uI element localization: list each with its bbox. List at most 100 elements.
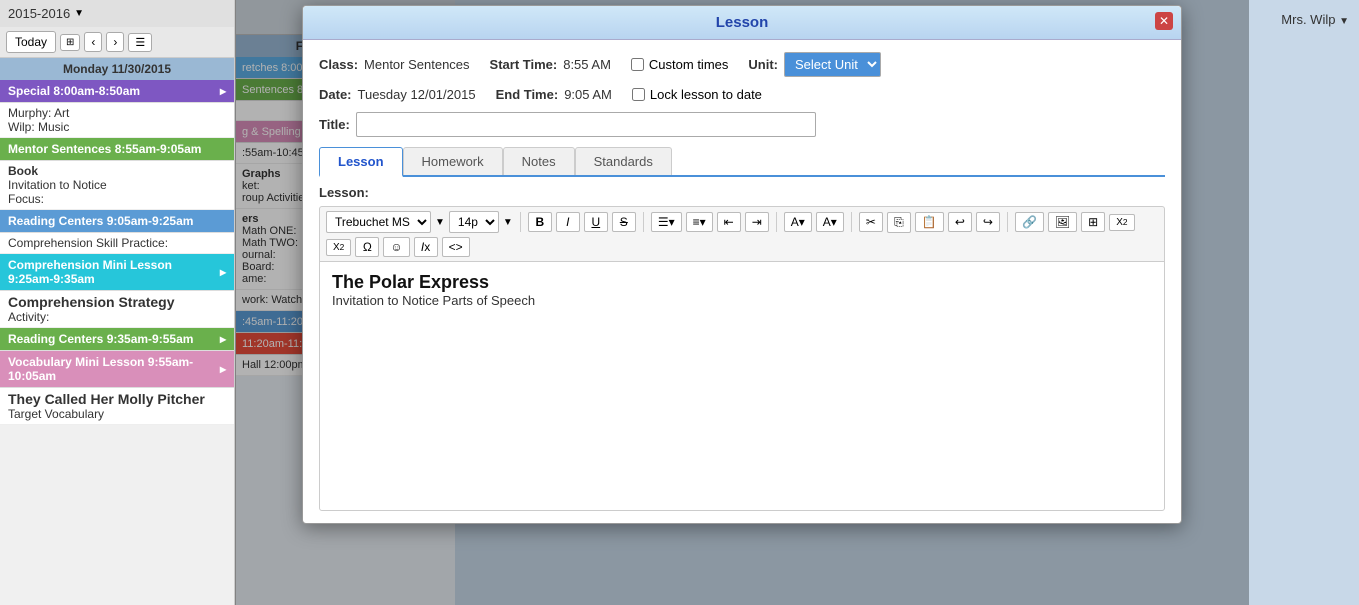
editor-section: Lesson: Trebuchet MS ▼ 14pt ▼ B I: [319, 185, 1165, 511]
modal-close-button[interactable]: ✕: [1155, 12, 1173, 30]
font-dropdown-icon[interactable]: ▼: [435, 217, 445, 228]
vocab-mini-icon[interactable]: ▸: [220, 362, 226, 376]
date-group: Date: Tuesday 12/01/2015: [319, 87, 476, 102]
editor-sub-text: Invitation to Notice Parts of Speech: [332, 293, 1152, 308]
date-label: Date:: [319, 87, 352, 102]
vocab-content: They Called Her Molly Pitcher Target Voc…: [0, 388, 234, 425]
font-color-button[interactable]: A▾: [784, 212, 812, 232]
editor-label: Lesson:: [319, 185, 1165, 200]
book-title: Book: [8, 164, 226, 178]
unit-group: Unit: Select Unit: [748, 52, 881, 77]
field-row-2: Date: Tuesday 12/01/2015 End Time: 9:05 …: [319, 87, 1165, 102]
year-label[interactable]: 2015-2016: [8, 6, 70, 21]
special-block: Special 8:00am-8:50am ▸: [0, 80, 234, 103]
bg-color-button[interactable]: A▾: [816, 212, 844, 232]
superscript-button[interactable]: X2: [326, 239, 351, 256]
next-button[interactable]: ›: [106, 32, 124, 52]
teacher-dropdown-icon[interactable]: ▼: [1339, 16, 1349, 27]
outdent-button[interactable]: ⇤: [717, 212, 741, 232]
copy-button[interactable]: ⎘: [887, 212, 911, 233]
sep-1: [520, 212, 521, 232]
underline-button[interactable]: U: [584, 212, 608, 232]
link-button[interactable]: 🔗: [1015, 212, 1044, 232]
unordered-list-button[interactable]: ☰▾: [651, 212, 682, 232]
reading-centers-2-block: Reading Centers 9:35am-9:55am ▸: [0, 328, 234, 351]
murphy-art: Murphy: Art: [8, 106, 226, 120]
title-group: Title:: [319, 112, 816, 137]
comp-mini-expand-icon[interactable]: ▸: [220, 265, 226, 279]
class-label: Class:: [319, 57, 358, 72]
end-time-label: End Time:: [496, 87, 559, 102]
emoji-button[interactable]: ☺: [383, 237, 409, 257]
source-button[interactable]: <>: [442, 237, 470, 257]
start-time-value: 8:55 AM: [563, 57, 611, 72]
tab-homework[interactable]: Homework: [403, 147, 503, 175]
modal-title: Lesson: [716, 14, 769, 31]
year-dropdown-icon[interactable]: ▼: [74, 8, 84, 19]
start-time-group: Start Time: 8:55 AM: [490, 57, 611, 72]
modal-header: Lesson ✕: [303, 6, 1181, 40]
comprehension-skill: Comprehension Skill Practice:: [8, 236, 226, 250]
teacher-name-container: Mrs. Wilp ▼: [1281, 12, 1349, 27]
paste-button[interactable]: 📋: [915, 212, 944, 232]
grid-button[interactable]: ☰: [128, 33, 152, 52]
activity-label: Activity:: [8, 310, 226, 324]
tab-standards[interactable]: Standards: [575, 147, 672, 175]
indent-button[interactable]: ⇥: [745, 212, 769, 232]
special-label: Special 8:00am-8:50am: [8, 84, 140, 98]
sep-5: [1007, 212, 1008, 232]
custom-times-checkbox[interactable]: [631, 58, 644, 71]
molly-pitcher: They Called Her Molly Pitcher: [8, 391, 226, 407]
title-label: Title:: [319, 117, 350, 132]
cut-button[interactable]: ✂: [859, 212, 883, 232]
clear-format-button[interactable]: Ix: [414, 237, 438, 257]
sidebar-header: 2015-2016 ▼: [0, 0, 234, 27]
italic-button[interactable]: I: [556, 212, 580, 232]
omega-button[interactable]: Ω: [355, 237, 379, 257]
ordered-list-button[interactable]: ≡▾: [686, 212, 713, 232]
editor-tabs: Lesson Homework Notes Standards: [319, 147, 1165, 177]
comp-mini-content: Comprehension Strategy Activity:: [0, 291, 234, 328]
tab-notes[interactable]: Notes: [503, 147, 575, 175]
custom-times-group: Custom times: [631, 57, 728, 72]
title-input[interactable]: [356, 112, 816, 137]
vocab-mini-block: Vocabulary Mini Lesson 9:55am-10:05am ▸: [0, 351, 234, 388]
image-button[interactable]: 🖼: [1048, 212, 1077, 232]
teacher-name: Mrs. Wilp: [1281, 12, 1335, 27]
prev-button[interactable]: ‹: [84, 32, 102, 52]
editor-main-text: The Polar Express: [332, 272, 1152, 293]
mentor-content: Book Invitation to Notice Focus:: [0, 161, 234, 210]
redo-button[interactable]: ↪: [976, 212, 1000, 232]
table-button[interactable]: ⊞: [1081, 212, 1105, 232]
comp-mini-label: Comprehension Mini Lesson 9:25am-9:35am: [8, 258, 220, 286]
sep-4: [851, 212, 852, 232]
sep-2: [643, 212, 644, 232]
lock-lesson-label: Lock lesson to date: [650, 87, 762, 102]
comp-strategy: Comprehension Strategy: [8, 294, 226, 310]
field-row-1: Class: Mentor Sentences Start Time: 8:55…: [319, 52, 1165, 77]
lock-lesson-checkbox[interactable]: [632, 88, 645, 101]
focus-label: Focus:: [8, 192, 226, 206]
start-time-label: Start Time:: [490, 57, 558, 72]
sep-3: [776, 212, 777, 232]
unit-label: Unit:: [748, 57, 778, 72]
size-dropdown-icon[interactable]: ▼: [503, 217, 513, 228]
tab-lesson[interactable]: Lesson: [319, 147, 403, 177]
today-button[interactable]: Today: [6, 31, 56, 53]
strikethrough-button[interactable]: S: [612, 212, 636, 232]
reading-centers-2-label: Reading Centers 9:35am-9:55am: [8, 332, 193, 346]
font-select[interactable]: Trebuchet MS: [326, 211, 431, 233]
subscript-button[interactable]: X2: [1109, 214, 1134, 231]
reading-centers-2-icon[interactable]: ▸: [220, 332, 226, 346]
special-expand-icon[interactable]: ▸: [220, 84, 226, 98]
undo-button[interactable]: ↩: [948, 212, 972, 232]
modal-overlay: Lesson ✕ Class: Mentor Sentences Start T…: [235, 0, 1249, 605]
unit-select[interactable]: Select Unit: [784, 52, 881, 77]
wilp-music: Wilp: Music: [8, 120, 226, 134]
special-content: Murphy: Art Wilp: Music: [0, 103, 234, 138]
editor-content-area[interactable]: The Polar Express Invitation to Notice P…: [319, 261, 1165, 511]
field-row-3: Title:: [319, 112, 1165, 137]
bold-button[interactable]: B: [528, 212, 552, 232]
size-select[interactable]: 14pt: [449, 211, 499, 233]
class-group: Class: Mentor Sentences: [319, 57, 470, 72]
